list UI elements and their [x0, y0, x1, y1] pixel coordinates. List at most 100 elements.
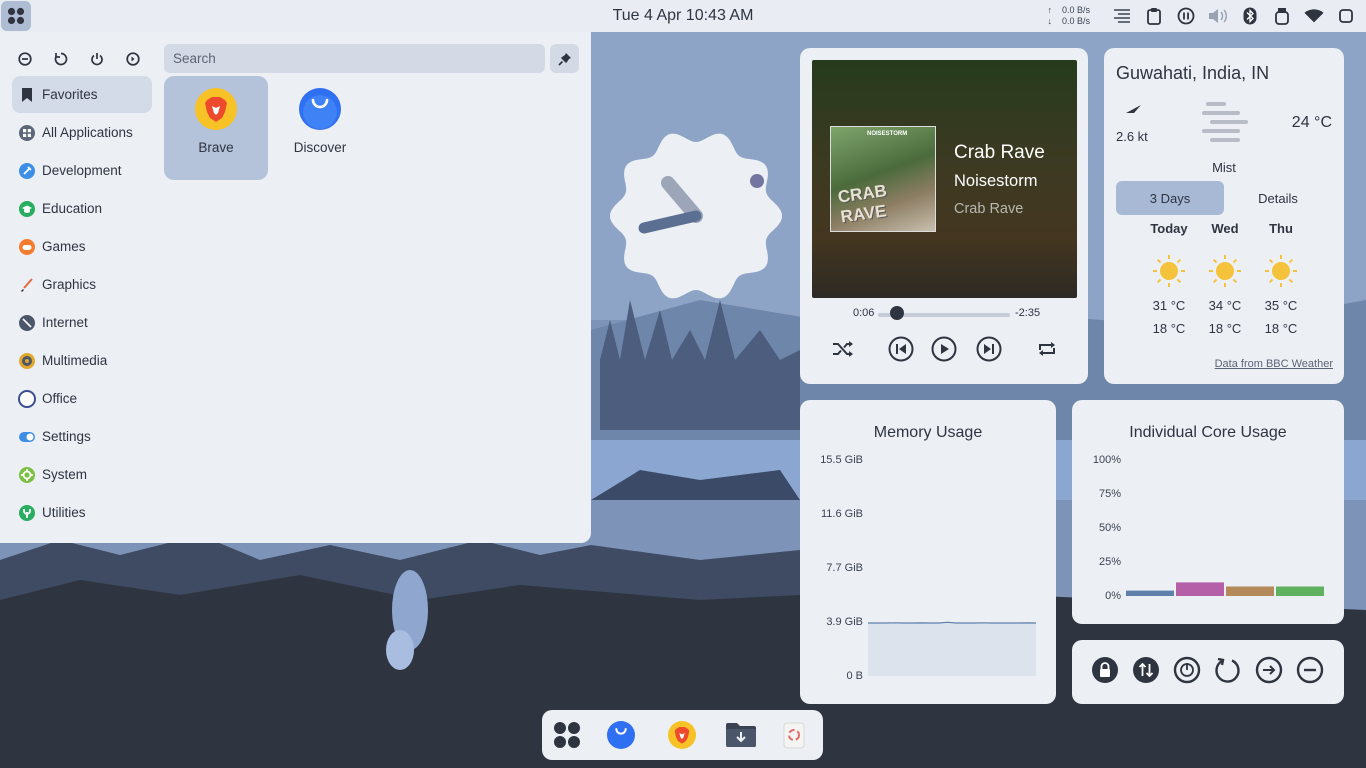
- next-track-button[interactable]: [976, 336, 1002, 362]
- category-development[interactable]: Development: [12, 152, 152, 189]
- category-multimedia[interactable]: Multimedia: [12, 342, 152, 379]
- cores-title: Individual Core Usage: [1129, 424, 1287, 441]
- device-notifier-icon[interactable]: [1272, 6, 1292, 26]
- session-buttons: [16, 50, 142, 68]
- network-speed[interactable]: ↑ 0.0 B/s ↓ 0.0 B/s: [1047, 5, 1090, 27]
- wifi-icon[interactable]: [1304, 6, 1324, 26]
- remaining-time: -2:35: [1015, 307, 1041, 319]
- category-all-applications[interactable]: All Applications: [12, 114, 152, 151]
- dock-trash[interactable]: [778, 719, 810, 751]
- media-pause-icon[interactable]: [1176, 6, 1196, 26]
- category-label: All Applications: [42, 125, 133, 140]
- core-bar-3: [1226, 586, 1274, 596]
- y-tick-label: 11.6 GiB: [821, 508, 863, 520]
- category-favorites[interactable]: Favorites: [12, 76, 152, 113]
- suspend-button[interactable]: [1296, 656, 1324, 684]
- clipboard-icon[interactable]: [1144, 6, 1164, 26]
- category-utilities[interactable]: Utilities: [12, 494, 152, 531]
- logout-session-button[interactable]: [1255, 656, 1283, 684]
- forecast-low: 18 °C: [1208, 321, 1242, 336]
- forecast-high: 31 °C: [1152, 298, 1186, 313]
- search-input[interactable]: [173, 51, 545, 66]
- logout-button[interactable]: [124, 50, 142, 68]
- cover-brand: NOISESTORM: [867, 131, 908, 137]
- category-system[interactable]: System: [12, 456, 152, 493]
- notes-icon[interactable]: [1112, 6, 1132, 26]
- sunny-icon: [1209, 255, 1241, 287]
- upload-speed: 0.0 B/s: [1061, 5, 1090, 15]
- elapsed-time: 0:06: [853, 307, 875, 319]
- session-widget: [1072, 640, 1344, 704]
- wind-direction-icon: [1126, 105, 1141, 113]
- category-label: Multimedia: [42, 353, 108, 368]
- y-tick-label: 0 B: [846, 670, 863, 682]
- tab-3-days[interactable]: 3 Days: [1116, 181, 1224, 215]
- brave-icon: [668, 721, 696, 749]
- power-icon: [1173, 656, 1201, 684]
- panel-clock[interactable]: Tue 4 Apr 10:43 AM: [613, 7, 754, 24]
- switch-user-button[interactable]: [1132, 656, 1160, 684]
- category-settings[interactable]: Settings: [12, 418, 152, 455]
- category-internet[interactable]: Internet: [12, 304, 152, 341]
- search-field[interactable]: [164, 44, 545, 73]
- category-graphics[interactable]: Graphics: [12, 266, 152, 303]
- category-label: System: [42, 467, 88, 482]
- analog-clock-widget[interactable]: [606, 126, 786, 306]
- forecast-day: Today: [1150, 221, 1188, 236]
- weather-condition: Mist: [1212, 160, 1236, 175]
- forecast-day: Wed: [1211, 221, 1239, 236]
- core-bar-2: [1176, 582, 1224, 596]
- app-launcher-button[interactable]: [1, 1, 31, 31]
- repeat-button[interactable]: [1034, 336, 1060, 362]
- restart-button[interactable]: [52, 50, 70, 68]
- dock-file-manager[interactable]: [725, 719, 757, 751]
- category-games[interactable]: Games: [12, 228, 152, 265]
- dock: [542, 710, 823, 760]
- launcher-grid-icon: [7, 7, 25, 25]
- download-speed: 0.0 B/s: [1061, 16, 1090, 26]
- app-discover[interactable]: Discover: [268, 76, 372, 180]
- dock-app-launcher[interactable]: [551, 719, 583, 751]
- logout-arrow-icon: [1255, 656, 1283, 684]
- skip-next-icon: [976, 336, 1002, 362]
- bluetooth-icon[interactable]: [1240, 6, 1260, 26]
- wrench-icon: [18, 504, 36, 522]
- category-label: Internet: [42, 315, 88, 330]
- category-education[interactable]: Education: [12, 190, 152, 227]
- skip-previous-icon: [888, 336, 914, 362]
- shutdown-button[interactable]: [88, 50, 106, 68]
- restart-icon: [54, 52, 68, 66]
- reboot-button[interactable]: [1214, 656, 1242, 684]
- weather-source-link[interactable]: Data from BBC Weather: [1215, 358, 1333, 370]
- category-office[interactable]: Office: [12, 380, 152, 417]
- progress-handle[interactable]: [890, 306, 905, 320]
- folder-download-icon: [726, 723, 756, 747]
- toggle-icon: [18, 428, 36, 446]
- tab-details[interactable]: Details: [1224, 181, 1332, 215]
- sleep-button[interactable]: [16, 50, 34, 68]
- forecast-low: 18 °C: [1264, 321, 1298, 336]
- core-usage-chart: [1126, 582, 1324, 596]
- sunny-icon: [1153, 255, 1185, 287]
- media-player-widget: NOISESTORM CRAB RAVE Crab Rave Noisestor…: [800, 48, 1088, 384]
- play-button[interactable]: [931, 336, 957, 362]
- app-brave[interactable]: Brave: [164, 76, 268, 180]
- volume-icon[interactable]: [1208, 6, 1228, 26]
- app-label: Discover: [293, 140, 347, 155]
- category-label: Settings: [42, 429, 91, 444]
- track-album: Crab Rave: [954, 201, 1024, 217]
- dock-brave[interactable]: [666, 719, 698, 751]
- previous-track-button[interactable]: [888, 336, 914, 362]
- minus-circle-icon: [18, 52, 32, 66]
- power-off-button[interactable]: [1173, 656, 1201, 684]
- lock-button[interactable]: [1091, 656, 1119, 684]
- trash-icon: [783, 722, 805, 749]
- system-tray-expand-icon[interactable]: [1336, 6, 1356, 26]
- dock-discover[interactable]: [605, 719, 637, 751]
- weather-location: Guwahati, India, IN: [1116, 63, 1270, 83]
- category-label: Utilities: [42, 505, 86, 520]
- y-tick-label: 3.9 GiB: [826, 616, 863, 628]
- category-label: Education: [42, 201, 103, 216]
- pin-menu-button[interactable]: [550, 44, 579, 73]
- shuffle-button[interactable]: [830, 336, 856, 362]
